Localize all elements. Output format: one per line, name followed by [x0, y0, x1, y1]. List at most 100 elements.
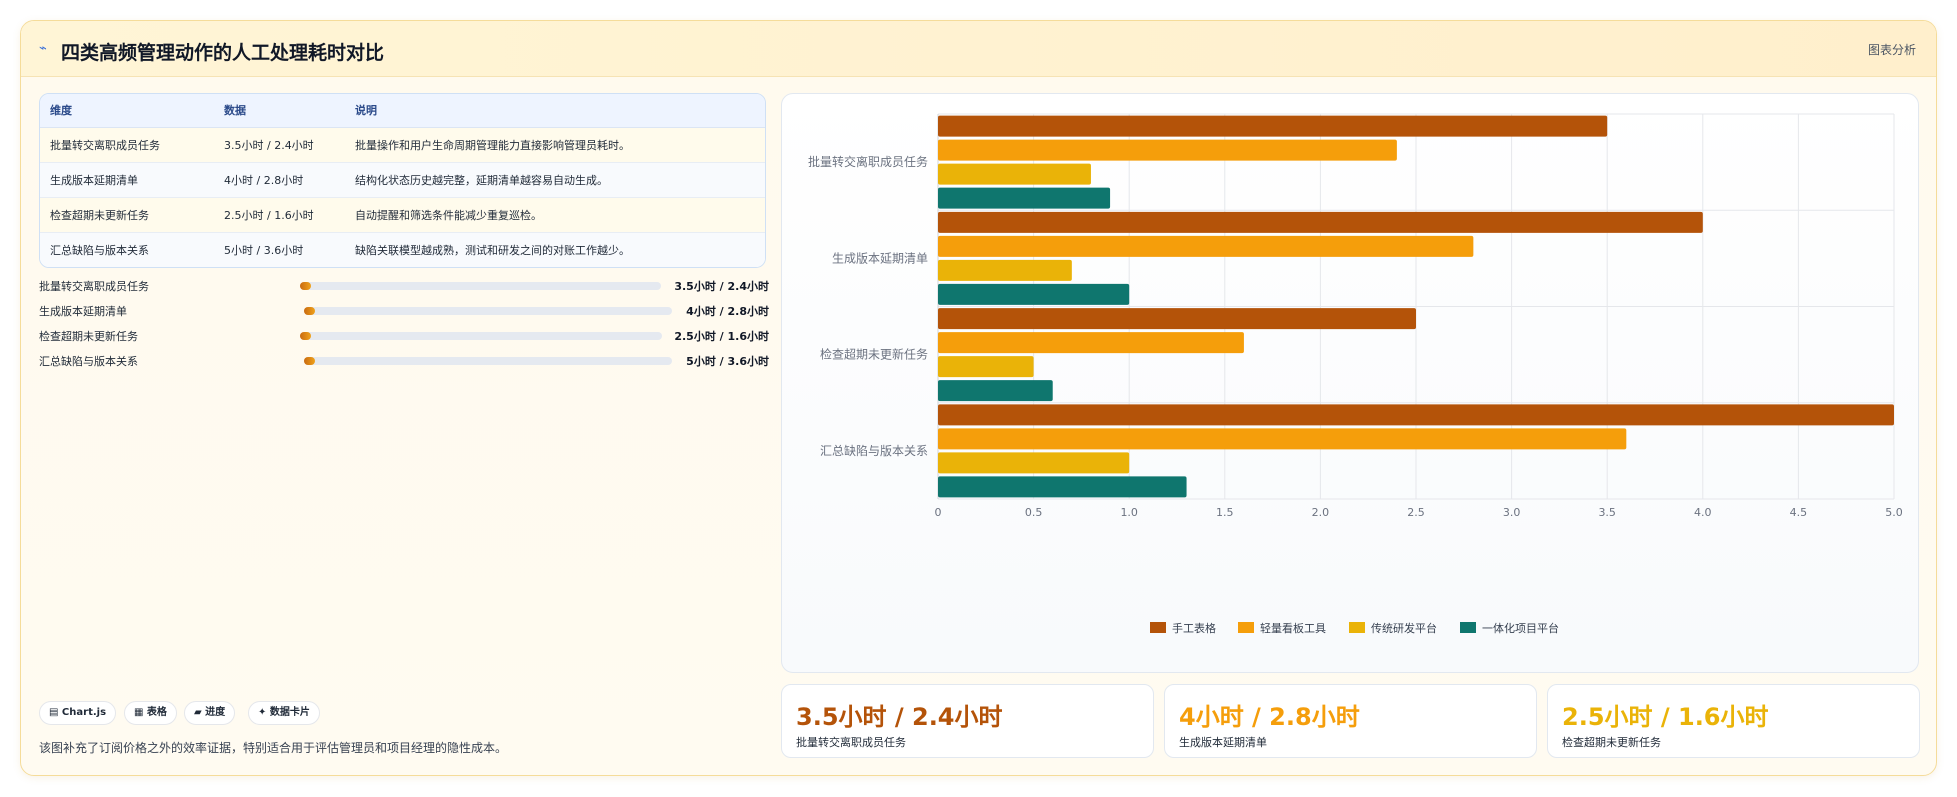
chart-analysis-link[interactable]: 图表分析	[1868, 41, 1916, 58]
chart-card: ⌁ 四类高频管理动作的人工处理耗时对比 图表分析 维度 数据 说明 批量转交离职…	[20, 20, 1937, 776]
y-category-label: 汇总缺陷与版本关系	[820, 443, 928, 458]
chip-progress[interactable]: ▰ 进度	[184, 701, 236, 725]
progress-label: 批量转交离职成员任务	[39, 280, 149, 293]
legend-label: 轻量看板工具	[1260, 621, 1326, 635]
legend-swatch	[1150, 622, 1166, 633]
stat-value: 3.5小时 / 2.4小时	[796, 703, 1003, 731]
page-title: 四类高频管理动作的人工处理耗时对比	[61, 42, 385, 64]
progress-row: 汇总缺陷与版本关系 5小时 / 3.6小时	[39, 353, 769, 369]
bar	[938, 428, 1627, 450]
x-tick-label: 4.5	[1790, 506, 1808, 519]
x-tick-label: 4.0	[1694, 506, 1712, 519]
data-table: 维度 数据 说明 批量转交离职成员任务 3.5小时 / 2.4小时 批量操作和用…	[39, 93, 766, 268]
bar	[938, 163, 1091, 185]
y-category-label: 批量转交离职成员任务	[808, 154, 928, 169]
table-cell-description: 缺陷关联模型越成熟，测试和研发之间的对账工作越少。	[345, 232, 765, 267]
bar	[938, 332, 1244, 354]
progress-track	[304, 357, 672, 365]
stat-label: 检查超期未更新任务	[1562, 736, 1661, 749]
legend-label: 传统研发平台	[1371, 621, 1437, 635]
x-tick-label: 3.5	[1598, 506, 1616, 519]
bar	[938, 380, 1053, 402]
legend-swatch	[1349, 622, 1365, 633]
x-tick-label: 0.5	[1025, 506, 1043, 519]
bar	[938, 283, 1130, 305]
legend-label: 一体化项目平台	[1482, 621, 1559, 635]
progress-fill	[300, 282, 311, 290]
stat-card: 3.5小时 / 2.4小时 批量转交离职成员任务	[781, 684, 1154, 758]
x-tick-label: 1.5	[1216, 506, 1234, 519]
progress-row: 检查超期未更新任务 2.5小时 / 1.6小时	[39, 328, 769, 344]
table-cell-value: 2.5小时 / 1.6小时	[214, 197, 345, 233]
progress-value: 2.5小时 / 1.6小时	[674, 330, 769, 343]
legend-label: 手工表格	[1172, 621, 1216, 635]
card-header: ⌁ 四类高频管理动作的人工处理耗时对比 图表分析	[21, 21, 1936, 77]
table-row: 汇总缺陷与版本关系 5小时 / 3.6小时 缺陷关联模型越成熟，测试和研发之间的…	[40, 232, 765, 267]
progress-fill	[300, 332, 311, 340]
x-tick-label: 3.0	[1503, 506, 1521, 519]
y-category-label: 检查超期未更新任务	[820, 347, 928, 362]
table-cell-description: 批量操作和用户生命周期管理能力直接影响管理员耗时。	[345, 127, 765, 163]
progress-fill	[304, 357, 316, 365]
footnote: 该图补充了订阅价格之外的效率证据，特别适合用于评估管理员和项目经理的隐性成本。	[39, 741, 508, 755]
progress-value: 4小时 / 2.8小时	[686, 305, 769, 318]
bar	[938, 404, 1894, 426]
table-cell-value: 5小时 / 3.6小时	[214, 232, 345, 267]
bar	[938, 476, 1187, 498]
bar	[938, 259, 1072, 281]
bar-chart: 0 0.5 1.0 1.5 2.0 2.5 3.0 3.5 4.0 4.5 5.0 批量转交离职成员任…	[808, 113, 1903, 635]
bar	[938, 356, 1034, 378]
stat-label: 批量转交离职成员任务	[796, 736, 906, 749]
table-row: 检查超期未更新任务 2.5小时 / 1.6小时 自动提醒和筛选条件能减少重复巡检…	[40, 197, 765, 233]
stat-value: 2.5小时 / 1.6小时	[1562, 703, 1769, 731]
chip-data-cards[interactable]: ✦ 数据卡片	[248, 701, 320, 725]
stat-card: 4小时 / 2.8小时 生成版本延期清单	[1164, 684, 1537, 758]
progress-label: 汇总缺陷与版本关系	[39, 355, 138, 368]
x-tick-label: 0	[935, 506, 942, 519]
legend-swatch	[1460, 622, 1476, 633]
x-tick-label: 5.0	[1885, 506, 1903, 519]
progress-label: 检查超期未更新任务	[39, 330, 138, 343]
chart-panel: 0 0.5 1.0 1.5 2.0 2.5 3.0 3.5 4.0 4.5 5.0 批量转交离职成员任…	[781, 93, 1919, 673]
table-header-dimension: 维度	[40, 94, 214, 128]
bar	[938, 235, 1474, 257]
progress-row: 生成版本延期清单 4小时 / 2.8小时	[39, 303, 769, 319]
x-tick-label: 1.0	[1120, 506, 1138, 519]
progress-value: 5小时 / 3.6小时	[686, 355, 769, 368]
stat-label: 生成版本延期清单	[1179, 736, 1267, 749]
table-cell-value: 4小时 / 2.8小时	[214, 162, 345, 198]
bar	[938, 115, 1608, 137]
bar	[938, 139, 1397, 161]
bar	[938, 211, 1703, 233]
progress-fill	[304, 307, 316, 315]
chart-line-icon: ⌁	[39, 41, 47, 56]
table-cell-value: 3.5小时 / 2.4小时	[214, 127, 345, 163]
table-row: 生成版本延期清单 4小时 / 2.8小时 结构化状态历史越完整，延期清单越容易自…	[40, 162, 765, 198]
progress-track	[300, 282, 661, 290]
table-row: 批量转交离职成员任务 3.5小时 / 2.4小时 批量操作和用户生命周期管理能力…	[40, 127, 765, 163]
y-category-label: 生成版本延期清单	[832, 251, 928, 265]
table-cell-dimension: 汇总缺陷与版本关系	[40, 232, 214, 267]
progress-track	[304, 307, 672, 315]
bar	[938, 452, 1130, 474]
bar	[938, 308, 1416, 330]
table-cell-description: 自动提醒和筛选条件能减少重复巡检。	[345, 197, 765, 233]
table-cell-dimension: 生成版本延期清单	[40, 162, 214, 198]
x-tick-label: 2.0	[1312, 506, 1330, 519]
bar	[938, 187, 1111, 209]
table-header-data: 数据	[214, 94, 345, 128]
chip-table[interactable]: ▦ 表格	[124, 701, 177, 725]
progress-track	[300, 332, 662, 340]
progress-label: 生成版本延期清单	[39, 305, 127, 318]
chip-chartjs[interactable]: ▤ Chart.js	[39, 701, 117, 725]
table-header-description: 说明	[345, 94, 765, 128]
stat-value: 4小时 / 2.8小时	[1179, 703, 1360, 731]
progress-value: 3.5小时 / 2.4小时	[674, 280, 769, 293]
table-cell-dimension: 检查超期未更新任务	[40, 197, 214, 233]
table-cell-dimension: 批量转交离职成员任务	[40, 127, 214, 163]
legend-swatch	[1238, 622, 1254, 633]
x-tick-label: 2.5	[1407, 506, 1425, 519]
progress-row: 批量转交离职成员任务 3.5小时 / 2.4小时	[39, 278, 769, 294]
stat-card: 2.5小时 / 1.6小时 检查超期未更新任务	[1547, 684, 1920, 758]
table-cell-description: 结构化状态历史越完整，延期清单越容易自动生成。	[345, 162, 765, 198]
